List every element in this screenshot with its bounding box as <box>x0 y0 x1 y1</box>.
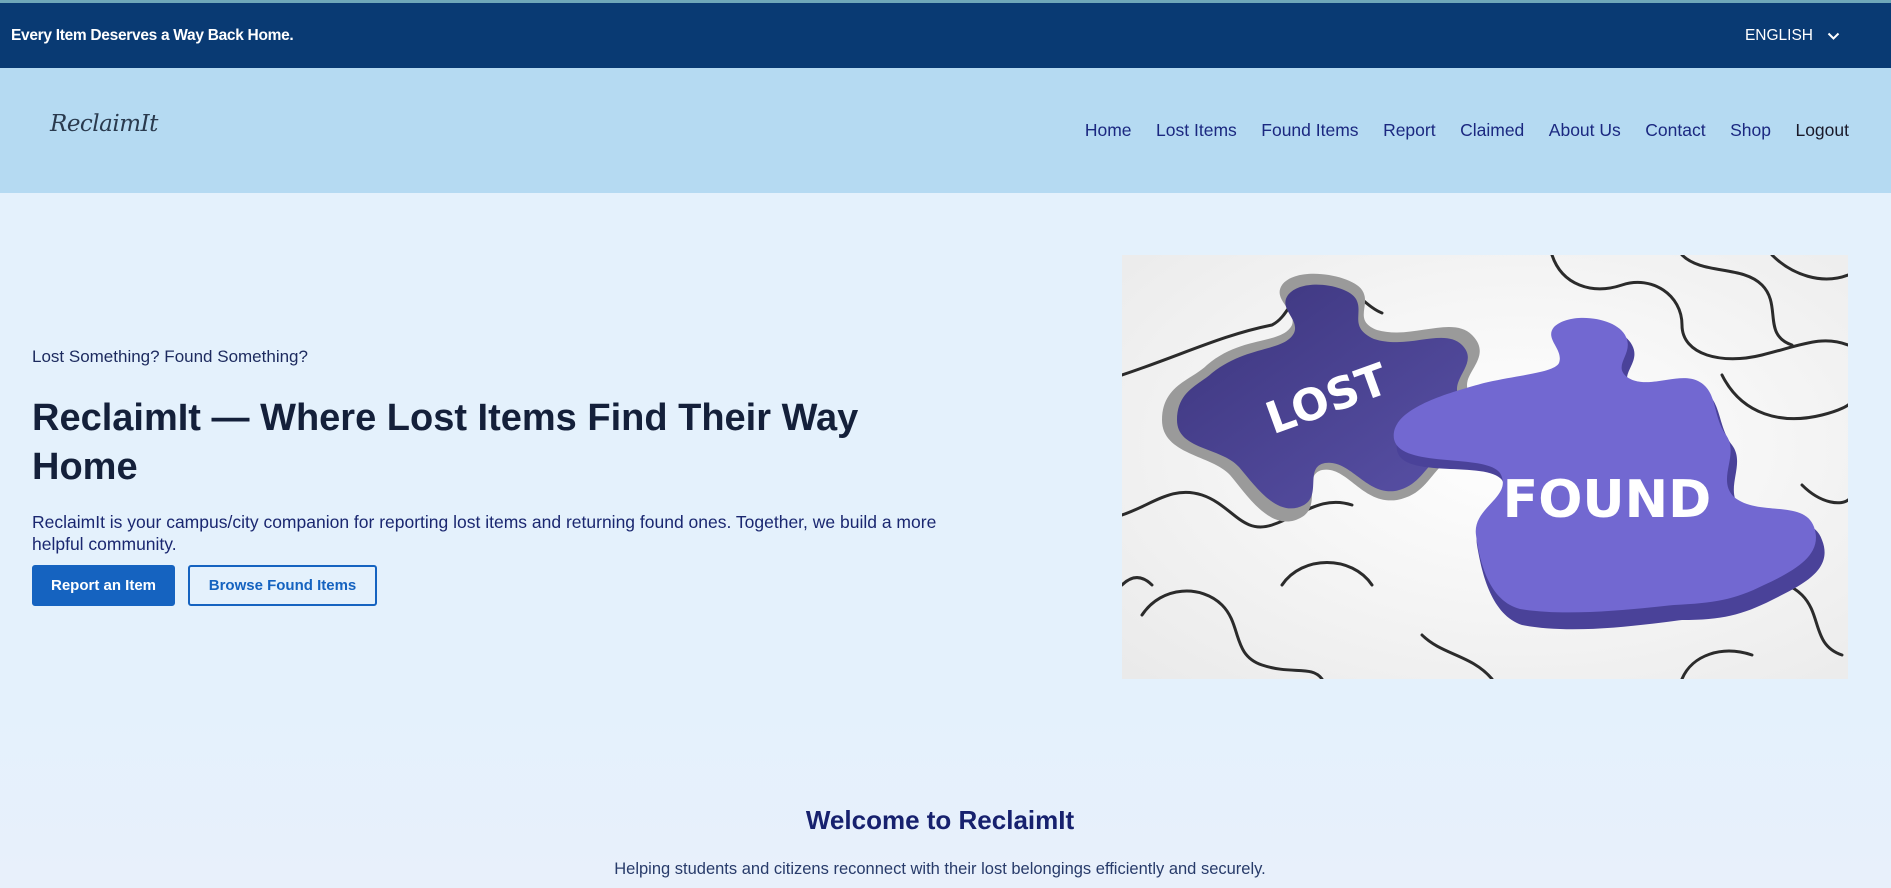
main-navbar: ReclaimIt Home Lost Items Found Items Re… <box>0 68 1891 193</box>
hero-description: ReclaimIt is your campus/city companion … <box>32 512 937 554</box>
chevron-down-icon <box>1827 32 1840 41</box>
nav-claimed[interactable]: Claimed <box>1460 120 1524 141</box>
language-selector[interactable]: ENGLISH <box>1745 27 1840 45</box>
hero-puzzle-image: LOST FOUND <box>1122 255 1848 679</box>
nav-found-items[interactable]: Found Items <box>1261 120 1358 141</box>
browse-found-items-button[interactable]: Browse Found Items <box>188 565 377 606</box>
report-item-button[interactable]: Report an Item <box>32 565 175 606</box>
nav-home[interactable]: Home <box>1085 120 1132 141</box>
tagline: Every Item Deserves a Way Back Home. <box>11 27 294 44</box>
nav-logout[interactable]: Logout <box>1795 120 1849 141</box>
nav-shop[interactable]: Shop <box>1730 120 1771 141</box>
language-label: ENGLISH <box>1744 27 1813 44</box>
logo[interactable]: ReclaimIt <box>50 111 158 137</box>
nav-about-us[interactable]: About Us <box>1549 120 1621 141</box>
announcement-bar: Every Item Deserves a Way Back Home. ENG… <box>0 0 1891 68</box>
hero-title: ReclaimIt — Where Lost Items Find Their … <box>32 397 859 488</box>
welcome-title: Welcome to ReclaimIt <box>805 805 1075 835</box>
nav-menu: Home Lost Items Found Items Report Claim… <box>1060 120 1849 141</box>
hero-kicker: Lost Something? Found Something? <box>32 347 308 366</box>
nav-contact[interactable]: Contact <box>1645 120 1705 141</box>
welcome-subtitle: Helping students and citizens reconnect … <box>614 860 1266 878</box>
puzzle-found-text: FOUND <box>1503 470 1712 530</box>
nav-lost-items[interactable]: Lost Items <box>1156 120 1237 141</box>
nav-report[interactable]: Report <box>1383 120 1436 141</box>
